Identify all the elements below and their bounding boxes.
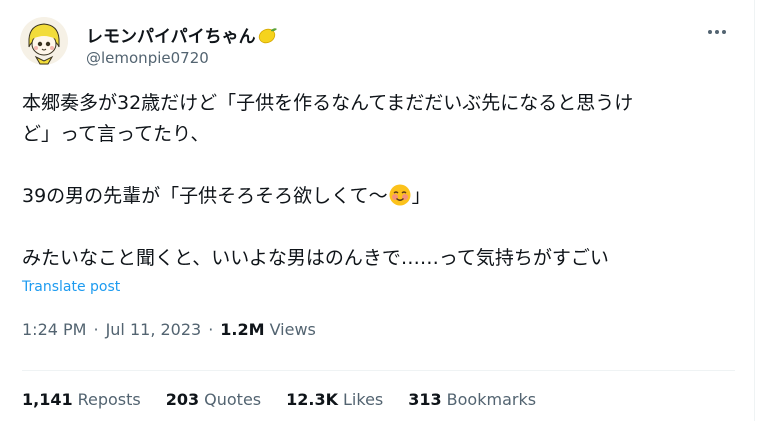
engagement-stats: 1,141 Reposts 203 Quotes 12.3K Likes 313 Boo… [22,390,561,409]
avatar[interactable] [20,17,68,65]
reposts-label: Reposts [77,390,141,409]
quotes-stat[interactable]: 203 Quotes [166,390,261,409]
display-name-text: レモンパイパイちゃん [86,27,256,47]
likes-count: 12.3K [286,390,339,409]
likes-stat[interactable]: 12.3K Likes [286,390,383,409]
tweet-line: 本郷奏多が32歳だけど「子供を作るなんてまだだいぶ先になると思うけ [22,92,634,114]
tweet-line: 39の男の先輩が「子供そろそろ欲しくて～ 」 [22,181,747,212]
tweet-meta: 1:24 PM · Jul 11, 2023 · 1.2M Views [22,320,316,339]
quotes-count: 203 [165,390,200,409]
meta-separator: · [93,320,99,339]
bookmarks-count: 313 [408,390,442,409]
tweet-text: 本郷奏多が32歳だけど「子供を作るなんてまだだいぶ先になると思うけ ど」って言っ… [22,88,747,274]
bookmarks-label: Bookmarks [446,390,537,409]
post-time[interactable]: 1:24 PM [22,320,86,339]
bookmarks-stat[interactable]: 313 Bookmarks [408,390,536,409]
views-count: 1.2M [220,320,265,339]
cartoon-girl-avatar-icon [20,17,68,65]
smiling-face-with-blush-icon [389,184,411,206]
display-name[interactable]: レモンパイパイちゃん [86,22,278,47]
divider [22,370,735,371]
translate-post-link[interactable]: Translate post [22,279,120,295]
reposts-count: 1,141 [22,390,73,409]
more-options-icon[interactable] [704,22,730,42]
tweet-line: ど」って言ってたり、 [22,123,210,145]
tweet-card: レモンパイパイちゃん @lemonpie0720 本郷奏多が32歳だけど「子供を… [0,0,755,421]
lemon-icon [258,26,278,44]
tweet-line: みたいなこと聞くと、いいよな男はのんきで……って気持ちがすごい [22,247,609,269]
reposts-stat[interactable]: 1,141 Reposts [22,390,141,409]
views-label: Views [269,320,316,339]
likes-label: Likes [343,390,384,409]
tweet-line-text: 」 [411,185,431,207]
quotes-label: Quotes [204,390,262,409]
user-handle[interactable]: @lemonpie0720 [86,49,209,67]
post-date[interactable]: Jul 11, 2023 [106,320,202,339]
meta-separator: · [208,320,214,339]
tweet-line-text: 39の男の先輩が「子供そろそろ欲しくて～ [22,185,388,207]
